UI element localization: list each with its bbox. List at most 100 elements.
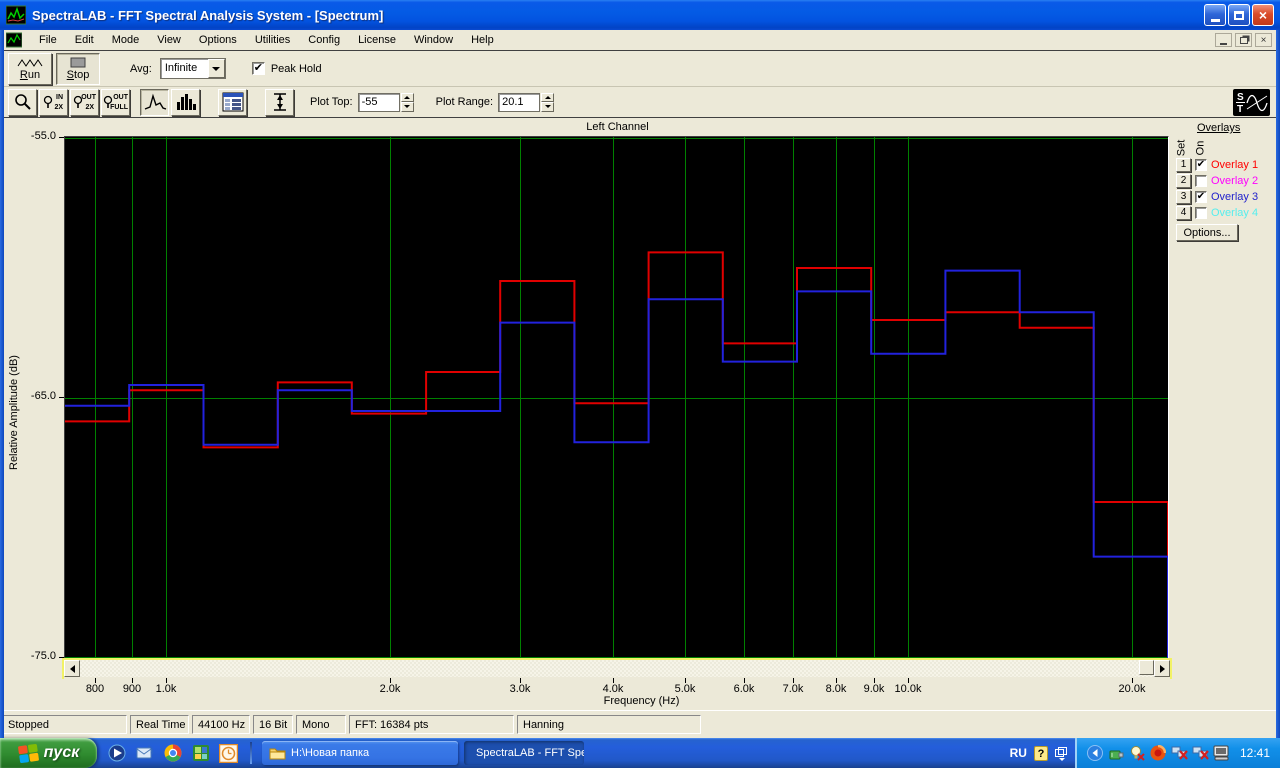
timer-app-icon[interactable] [219, 743, 238, 763]
zoom-out-2x-button[interactable]: OUT 2X [70, 88, 99, 116]
windows-logo-icon [17, 743, 39, 763]
menu-file[interactable]: File [30, 32, 66, 48]
hide-icons-chevron[interactable] [1087, 745, 1104, 762]
plot-range-spinner[interactable] [541, 92, 555, 112]
avg-dropdown-icon[interactable] [207, 59, 225, 78]
run-button[interactable]: Run [8, 52, 52, 85]
mdi-close-button[interactable]: × [1255, 33, 1272, 47]
usb-device-icon[interactable] [1108, 745, 1125, 762]
menu-help[interactable]: Help [462, 32, 503, 48]
menu-mode[interactable]: Mode [103, 32, 149, 48]
browser-icon[interactable] [163, 744, 182, 763]
task-button-spectralab[interactable]: SpectraLAB - FFT Spe... [464, 741, 584, 765]
magnifier-icon [14, 94, 31, 110]
plot-top-input[interactable]: -55 [357, 92, 400, 112]
menu-view[interactable]: View [148, 32, 190, 48]
spectrum-plot[interactable] [64, 136, 1169, 660]
scroll-thumb[interactable] [1139, 660, 1154, 675]
network-disconnected-icon[interactable] [1171, 745, 1188, 762]
line-plot-view-button[interactable] [140, 88, 169, 116]
spectrum-time-toggle-icon[interactable]: S T [1233, 89, 1270, 121]
overlay-row: 2 Overlay 2 [1176, 173, 1258, 188]
display-settings-icon[interactable] [1213, 745, 1230, 762]
overlay-4-checkbox[interactable] [1195, 206, 1207, 219]
start-button[interactable]: пуск [0, 738, 97, 768]
overlay-3-set-button[interactable]: 3 [1176, 189, 1191, 204]
window-border-right [1276, 30, 1280, 738]
channel-title: Left Channel [586, 121, 649, 133]
zoom-in-2x-button[interactable]: IN 2X [39, 88, 68, 116]
overlay-row: 1 ✔ Overlay 1 [1176, 157, 1258, 172]
overlay-row: 4 Overlay 4 [1176, 205, 1258, 220]
magnifier-icon [43, 95, 53, 108]
language-indicator[interactable]: RU [1010, 746, 1027, 760]
zoom-button[interactable] [8, 88, 37, 116]
zoom-out-full-button[interactable]: OUT FULL [101, 88, 130, 116]
overlay-1-set-button[interactable]: 1 [1176, 157, 1191, 172]
menu-edit[interactable]: Edit [66, 32, 103, 48]
menu-window[interactable]: Window [405, 32, 462, 48]
folder-icon [269, 748, 286, 760]
plot-top-spinner[interactable] [400, 92, 414, 112]
bar-plot-view-button[interactable] [171, 88, 200, 116]
clock: 12:41 [1239, 746, 1270, 760]
status-run-state: Stopped [2, 715, 127, 734]
minimize-button[interactable] [1204, 4, 1226, 26]
status-fft-size: FFT: 16384 pts [349, 715, 514, 734]
status-window-function: Hanning [517, 715, 701, 734]
menu-bar: File Edit Mode View Options Utilities Co… [0, 30, 1280, 51]
avg-value: Infinite [164, 62, 198, 74]
mdi-minimize-button[interactable] [1215, 33, 1232, 47]
plot-range-label: Plot Range: [435, 96, 494, 108]
display-settings-button[interactable] [218, 88, 247, 116]
desktop: SpectraLAB - FFT Spectral Analysis Syste… [0, 0, 1280, 768]
frequency-scrollbar[interactable] [64, 660, 1170, 677]
overlay-options-button[interactable]: Options... [1176, 224, 1238, 241]
overlay-4-set-button[interactable]: 4 [1176, 205, 1191, 220]
y-tick-label: -65.0 [30, 390, 56, 402]
scroll-right-button[interactable] [1154, 660, 1170, 677]
close-button[interactable]: × [1252, 4, 1274, 26]
stop-button[interactable]: Stop [56, 52, 100, 85]
language-options-icon[interactable] [1054, 747, 1069, 761]
y-tick [59, 397, 64, 398]
mail-icon[interactable] [135, 744, 154, 763]
x-tick-label: 20.0k [1118, 683, 1146, 695]
overlays-heading: Overlays [1197, 122, 1241, 134]
peak-hold-checkbox[interactable]: ✔ [251, 62, 265, 75]
scroll-track[interactable] [80, 660, 1154, 677]
bulb-disabled-icon[interactable] [1129, 745, 1146, 762]
task-button-folder[interactable]: H:\Новая папка [262, 741, 458, 765]
scroll-left-button[interactable] [64, 660, 80, 677]
overlays-on-label: On [1194, 140, 1207, 156]
plot-top-label: Plot Top: [310, 96, 353, 108]
menu-options[interactable]: Options [190, 32, 246, 48]
menu-config[interactable]: Config [299, 32, 349, 48]
plot-toolbar: IN 2X OUT 2X OUT FULL Plot Top: -55 Plot… [0, 87, 1280, 118]
status-sample-rate: 44100 Hz [192, 715, 250, 734]
y-tick-label: -55.0 [30, 130, 56, 142]
plot-range-input[interactable]: 20.1 [498, 92, 541, 112]
x-tick-label: 7.0k [782, 683, 804, 695]
x-tick-label: 1.0k [155, 683, 177, 695]
antivirus-icon[interactable] [1150, 745, 1167, 762]
amplitude-scale-button[interactable] [265, 88, 294, 116]
language-help-icon[interactable]: ? [1033, 745, 1048, 761]
menu-license[interactable]: License [349, 32, 405, 48]
menu-utilities[interactable]: Utilities [246, 32, 299, 48]
window-border-left [0, 30, 4, 738]
overlay-1-checkbox[interactable]: ✔ [1195, 158, 1207, 171]
overlay-2-set-button[interactable]: 2 [1176, 173, 1191, 188]
network-disconnected-icon[interactable] [1192, 745, 1209, 762]
spin-up-icon [400, 92, 414, 102]
maximize-button[interactable] [1228, 4, 1250, 26]
x-tick-label: 2.0k [379, 683, 401, 695]
media-player-icon[interactable] [107, 744, 126, 763]
picture-manager-icon[interactable] [191, 744, 210, 763]
spin-down-icon [541, 102, 555, 112]
overlay-3-checkbox[interactable]: ✔ [1195, 190, 1207, 203]
mdi-restore-button[interactable] [1235, 33, 1252, 47]
app-icon [5, 5, 27, 25]
overlay-2-checkbox[interactable] [1195, 174, 1207, 187]
avg-select[interactable]: Infinite [159, 58, 226, 79]
